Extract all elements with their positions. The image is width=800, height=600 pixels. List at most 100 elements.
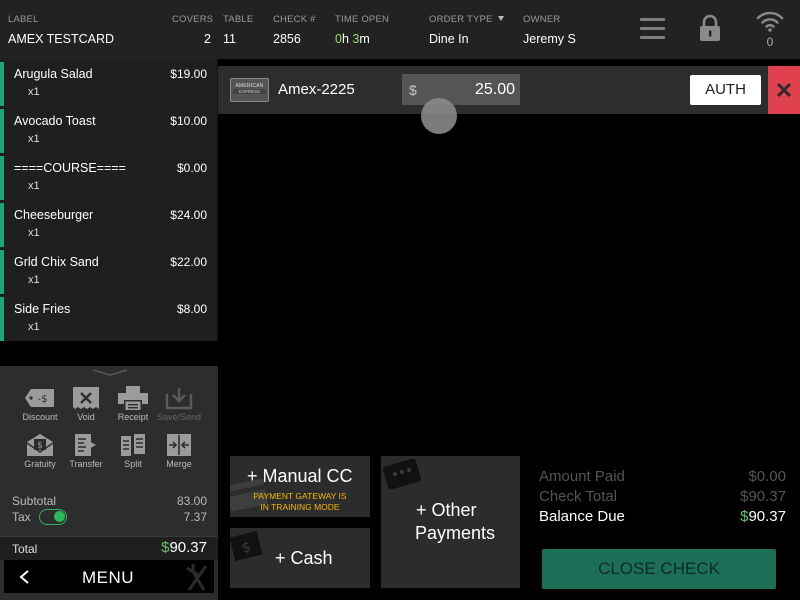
item-sent-bar bbox=[0, 250, 4, 294]
total-value: $90.37 bbox=[161, 539, 207, 556]
amount-paid-value: $0.00 bbox=[748, 468, 786, 485]
discount-button[interactable]: -$ Discount bbox=[17, 386, 63, 422]
close-check-button[interactable]: CLOSE CHECK bbox=[542, 549, 776, 589]
order-item[interactable]: Side Fries x1 $8.00 bbox=[0, 294, 218, 341]
check-total-label: Check Total bbox=[539, 488, 618, 505]
check-header: LABEL AMEX TESTCARD COVERS 2 TABLE 11 CH… bbox=[0, 0, 800, 59]
check-actions-panel: -$ Discount Void Receipt Save/Send $ Gra… bbox=[0, 366, 218, 480]
item-sent-bar bbox=[0, 62, 4, 106]
order-item[interactable]: Cheeseburger x1 $24.00 bbox=[0, 200, 218, 247]
receipt-label: Receipt bbox=[117, 412, 149, 422]
owner-value: Jeremy S bbox=[523, 32, 576, 46]
remove-payment-button[interactable] bbox=[768, 66, 800, 114]
item-sent-bar bbox=[0, 203, 4, 247]
order-item[interactable]: ====COURSE==== x1 $0.00 bbox=[0, 153, 218, 200]
item-name: Cheeseburger bbox=[14, 208, 94, 222]
item-price: $22.00 bbox=[170, 255, 207, 269]
manual-cc-label: + Manual CC bbox=[247, 466, 353, 486]
save-send-icon bbox=[165, 388, 193, 410]
receipt-button[interactable]: Receipt bbox=[110, 386, 156, 422]
item-price: $8.00 bbox=[176, 302, 207, 316]
item-sent-bar bbox=[0, 156, 4, 200]
cash-button[interactable]: $ + Cash bbox=[230, 528, 370, 588]
time-open-value: 0h 3m bbox=[335, 32, 370, 46]
order-item-list[interactable]: Arugula Salad x1 $19.00 Avocado Toast x1… bbox=[0, 59, 218, 341]
time-open-field: TIME OPEN 0h 3m bbox=[335, 14, 389, 46]
other-payments-label-line2: Payments bbox=[415, 523, 496, 543]
other-payments-label-line1: + Other bbox=[416, 500, 477, 520]
merge-label: Merge bbox=[166, 459, 192, 469]
check-number-value: 2856 bbox=[273, 32, 301, 46]
split-label: Split bbox=[124, 459, 142, 469]
payment-amount-field[interactable]: $ 25.00 bbox=[402, 74, 520, 105]
transfer-icon bbox=[75, 434, 96, 456]
drawer-handle-icon[interactable] bbox=[91, 368, 129, 377]
auth-button[interactable]: AUTH bbox=[690, 75, 761, 105]
covers-value: 2 bbox=[204, 32, 211, 46]
order-type-title: ORDER TYPE bbox=[429, 14, 504, 25]
split-check-icon bbox=[121, 434, 145, 456]
other-payments-button[interactable]: + Other Payments bbox=[381, 456, 520, 588]
merge-button[interactable]: Merge bbox=[156, 433, 202, 469]
item-quantity: x1 bbox=[28, 321, 40, 333]
balance-due-label: Balance Due bbox=[539, 508, 625, 525]
label-field[interactable]: LABEL AMEX TESTCARD bbox=[8, 14, 114, 46]
transfer-label: Transfer bbox=[69, 459, 103, 469]
table-title: TABLE bbox=[223, 14, 254, 25]
item-name: Avocado Toast bbox=[14, 114, 96, 128]
order-item[interactable]: Arugula Salad x1 $19.00 bbox=[0, 59, 218, 106]
tax-label: Tax bbox=[12, 510, 31, 524]
item-quantity: x1 bbox=[28, 133, 40, 145]
item-price: $10.00 bbox=[170, 114, 207, 128]
menu-button[interactable]: MENU bbox=[4, 560, 214, 593]
item-quantity: x1 bbox=[28, 274, 40, 286]
void-receipt-icon bbox=[73, 387, 99, 409]
gateway-warning-line1: PAYMENT GATEWAY IS bbox=[253, 491, 347, 501]
merge-icon bbox=[167, 434, 191, 456]
order-type-field[interactable]: ORDER TYPE Dine In bbox=[429, 14, 504, 46]
total-label: Total bbox=[12, 542, 38, 556]
wifi-count: 0 bbox=[766, 35, 774, 49]
wifi-icon[interactable] bbox=[756, 10, 784, 32]
owner-field[interactable]: OWNER Jeremy S bbox=[523, 14, 576, 46]
save-send-button[interactable]: Save/Send bbox=[156, 386, 202, 422]
tax-toggle[interactable] bbox=[39, 509, 67, 525]
gift-card-icon bbox=[383, 458, 421, 490]
owner-title: OWNER bbox=[523, 14, 561, 25]
currency-symbol: $ bbox=[409, 82, 417, 98]
payment-row[interactable]: AMERICAN EXPRESS Amex-2225 $ 25.00 AUTH bbox=[218, 66, 800, 114]
hamburger-menu-icon[interactable] bbox=[640, 18, 665, 40]
covers-title: COVERS bbox=[172, 14, 214, 25]
printer-icon bbox=[118, 386, 148, 410]
item-name: Side Fries bbox=[14, 302, 71, 316]
caret-down-icon bbox=[497, 16, 504, 21]
item-quantity: x1 bbox=[28, 86, 40, 98]
total-row: Total $90.37 bbox=[0, 536, 218, 560]
order-item[interactable]: Avocado Toast x1 $10.00 bbox=[0, 106, 218, 153]
check-number-title: CHECK # bbox=[273, 14, 316, 25]
chevron-left-icon bbox=[19, 570, 29, 584]
balance-due-value: $90.37 bbox=[740, 508, 786, 525]
save-send-label: Save/Send bbox=[156, 412, 202, 422]
lock-icon[interactable] bbox=[699, 14, 721, 42]
item-price: $24.00 bbox=[170, 208, 207, 222]
split-button[interactable]: Split bbox=[110, 433, 156, 469]
gratuity-envelope-icon: $ bbox=[26, 434, 54, 456]
item-name: ====COURSE==== bbox=[14, 161, 126, 175]
payment-amount: 25.00 bbox=[474, 81, 515, 98]
void-button[interactable]: Void bbox=[63, 386, 109, 422]
subtotal-value: 83.00 bbox=[176, 494, 207, 508]
svg-text:$: $ bbox=[37, 441, 43, 451]
manual-cc-button[interactable]: + Manual CC PAYMENT GATEWAY IS IN TRAINI… bbox=[230, 456, 370, 517]
utensils-icon bbox=[186, 564, 208, 591]
void-label: Void bbox=[77, 412, 95, 422]
amount-paid-label: Amount Paid bbox=[539, 468, 625, 485]
order-item[interactable]: Grld Chix Sand x1 $22.00 bbox=[0, 247, 218, 294]
label-title: LABEL bbox=[8, 14, 39, 25]
table-field[interactable]: TABLE 11 bbox=[223, 14, 253, 46]
item-sent-bar bbox=[0, 109, 4, 153]
payment-name: Amex-2225 bbox=[278, 81, 355, 98]
gratuity-button[interactable]: $ Gratuity bbox=[17, 433, 63, 469]
covers-field[interactable]: COVERS 2 bbox=[172, 14, 214, 46]
transfer-button[interactable]: Transfer bbox=[63, 433, 109, 469]
